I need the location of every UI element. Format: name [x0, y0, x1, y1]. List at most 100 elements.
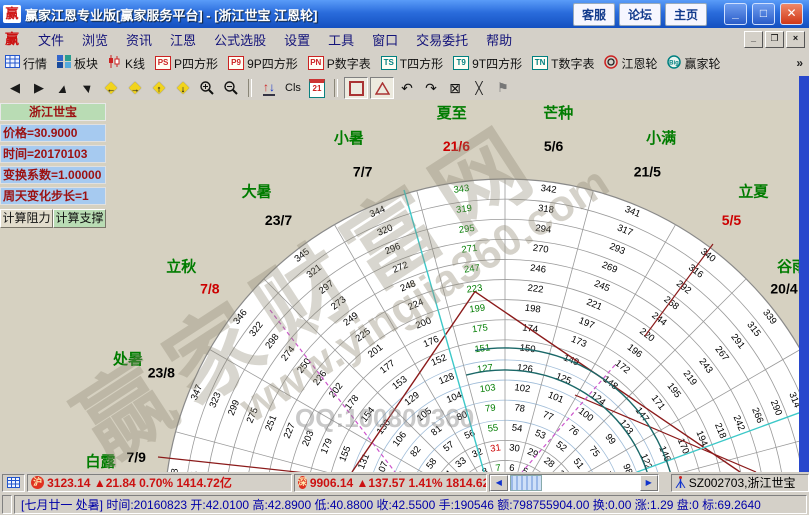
blocks-icon [57, 55, 71, 71]
wheel-number: 54 [511, 422, 523, 434]
rotate-cw-icon[interactable]: ↷ [420, 78, 442, 98]
current-stock-cell[interactable]: SZ002703,浙江世宝 [671, 474, 809, 492]
solar-term-label: 小满 [646, 129, 676, 147]
toolbar-item-K线[interactable]: K线 [103, 53, 150, 74]
diamond-down-icon[interactable]: ◆↓ [172, 78, 194, 98]
cls-button[interactable]: Cls [282, 78, 304, 98]
solar-term-date: 5/6 [544, 138, 564, 154]
toolbar-item-P数字表[interactable]: PNP数字表 [303, 53, 376, 74]
solar-term-date: 23/7 [265, 212, 292, 228]
menu-logo-icon: 赢 [5, 29, 19, 49]
wheel-number: 342 [540, 183, 557, 196]
move-cross-icon[interactable]: ╳ [468, 78, 490, 98]
sz-index-change: ▲137.57 [357, 476, 406, 490]
app-window: { "window": { "logo": "赢", "title": "赢家江… [0, 0, 809, 515]
diamond-right-icon[interactable]: ◆→ [124, 78, 146, 98]
stock-name-header: 浙江世宝 [0, 103, 106, 121]
mdi-restore-button[interactable]: ❐ [765, 31, 784, 48]
zoom-out-icon[interactable] [220, 78, 242, 98]
info-bar-grip [2, 495, 12, 514]
nav-back-icon[interactable]: ◀ [4, 78, 26, 98]
right-border-strip [799, 76, 809, 472]
menu-item-9[interactable]: 帮助 [477, 31, 521, 50]
wheel-number: 270 [532, 243, 549, 256]
nav-forward-icon[interactable]: ▶ [28, 78, 50, 98]
toolbar-item-T四方形[interactable]: TST四方形 [376, 53, 448, 74]
customer-service-button[interactable]: 客服 [573, 3, 615, 26]
toolbar-item-label: T数字表 [551, 55, 594, 72]
gann-wheel-icon [604, 55, 618, 72]
menu-item-8[interactable]: 交易委托 [407, 31, 477, 50]
maximize-button[interactable]: □ [752, 3, 775, 25]
calc-support-button[interactable]: 计算支撑 [53, 209, 106, 228]
shanghai-index-cell[interactable]: 沪 3123.14 ▲21.84 0.70% 1414.72亿 [27, 474, 292, 492]
toolbar-item-板块[interactable]: 板块 [52, 53, 103, 74]
title-bar-buttons: 客服 论坛 主页 _ □ ✕ [573, 3, 809, 26]
stock-code-label: SZ002703,浙江世宝 [689, 474, 796, 491]
solar-term-label: 小暑 [334, 129, 364, 147]
main-toolbar: 行情板块K线PSP四方形P99P四方形PNP数字表TST四方形T99T四方形TN… [0, 50, 809, 77]
svg-text:Big: Big [670, 60, 680, 66]
draw-square-icon[interactable] [344, 77, 368, 99]
nav-up-icon[interactable]: ▲ [52, 78, 74, 98]
toolbar-item-9P四方形[interactable]: P99P四方形 [223, 53, 303, 74]
diamond-left-icon[interactable]: ◆← [100, 78, 122, 98]
window-title: 赢家江恩专业版[赢家服务平台] - [浙江世宝 江恩轮] [25, 5, 317, 24]
scroll-right-arrow[interactable]: ▶ [640, 475, 658, 491]
mdi-minimize-button[interactable]: _ [744, 31, 763, 48]
toolbar-overflow-chevron[interactable]: » [796, 56, 809, 70]
toolbar-item-9T四方形[interactable]: T99T四方形 [448, 53, 527, 74]
wheel-number: 318 [537, 203, 554, 216]
menu-item-7[interactable]: 窗口 [363, 31, 407, 50]
scroll-left-arrow[interactable]: ◀ [490, 475, 508, 491]
forum-button[interactable]: 论坛 [619, 3, 661, 26]
updown-arrows-icon[interactable]: ↑↓ [258, 78, 280, 98]
boxed-x-icon[interactable]: ⊠ [444, 78, 466, 98]
minimize-button[interactable]: _ [724, 3, 747, 25]
toolbar-item-T数字表[interactable]: TNT数字表 [527, 53, 599, 74]
toolbar-item-P四方形[interactable]: PSP四方形 [150, 53, 223, 74]
menu-item-3[interactable]: 江恩 [161, 31, 205, 50]
toolbar-item-江恩轮[interactable]: 江恩轮 [599, 53, 662, 74]
menu-item-1[interactable]: 浏览 [73, 31, 117, 50]
diamond-up-icon[interactable]: ◆↑ [148, 78, 170, 98]
menu-item-6[interactable]: 工具 [319, 31, 363, 50]
shenzhen-index-cell[interactable]: 深 9906.14 ▲137.57 1.41% 1814.62亿 [294, 474, 487, 492]
info-bar: [七月廿一 处暑] 时间:20160823 开:42.0100 高:42.890… [0, 493, 809, 515]
wheel-number: 55 [487, 422, 499, 434]
menu-item-5[interactable]: 设置 [275, 31, 319, 50]
wheel-number: 79 [484, 402, 496, 414]
solar-term-date: 23/8 [148, 365, 175, 381]
horizontal-scrollbar[interactable]: ◀ ▶ [489, 474, 659, 492]
menu-item-4[interactable]: 公式选股 [205, 31, 275, 50]
rotate-ccw-icon[interactable]: ↶ [396, 78, 418, 98]
mdi-close-button[interactable]: × [786, 31, 805, 48]
zoom-in-icon[interactable] [196, 78, 218, 98]
solar-term-label: 芒种 [543, 104, 573, 122]
calendar-icon[interactable]: 21 [306, 78, 328, 98]
wheel-number: 223 [466, 283, 483, 296]
sz-index-pct: 1.41% [408, 476, 442, 490]
status-bar: 沪 3123.14 ▲21.84 0.70% 1414.72亿 深 9906.1… [0, 472, 809, 493]
toolbar-item-label: 行情 [23, 55, 47, 72]
letter-box: TN [532, 56, 548, 70]
calc-resistance-button[interactable]: 计算阻力 [0, 209, 53, 228]
toolbar-item-行情[interactable]: 行情 [0, 53, 52, 74]
scroll-thumb[interactable] [510, 475, 542, 491]
toolbar-item-赢家轮[interactable]: Big赢家轮 [662, 53, 725, 74]
solar-term-label: 处暑 [112, 350, 143, 368]
nav-down-icon[interactable]: ▼ [76, 78, 98, 98]
wheel-number: 246 [529, 263, 546, 276]
draw-triangle-icon[interactable] [370, 77, 394, 99]
toolbar-item-label: 板块 [74, 55, 98, 72]
wheel-number: 198 [524, 303, 541, 316]
antenna-icon [675, 475, 686, 491]
homepage-button[interactable]: 主页 [665, 3, 707, 26]
solar-term-label: 夏至 [436, 105, 467, 122]
solar-term-label: 立夏 [738, 182, 769, 200]
menu-item-2[interactable]: 资讯 [117, 31, 161, 50]
close-button[interactable]: ✕ [780, 3, 803, 25]
menu-item-0[interactable]: 文件 [29, 31, 73, 50]
flag-icon[interactable]: ⚑ [492, 78, 514, 98]
quote-table-icon[interactable] [2, 474, 25, 492]
